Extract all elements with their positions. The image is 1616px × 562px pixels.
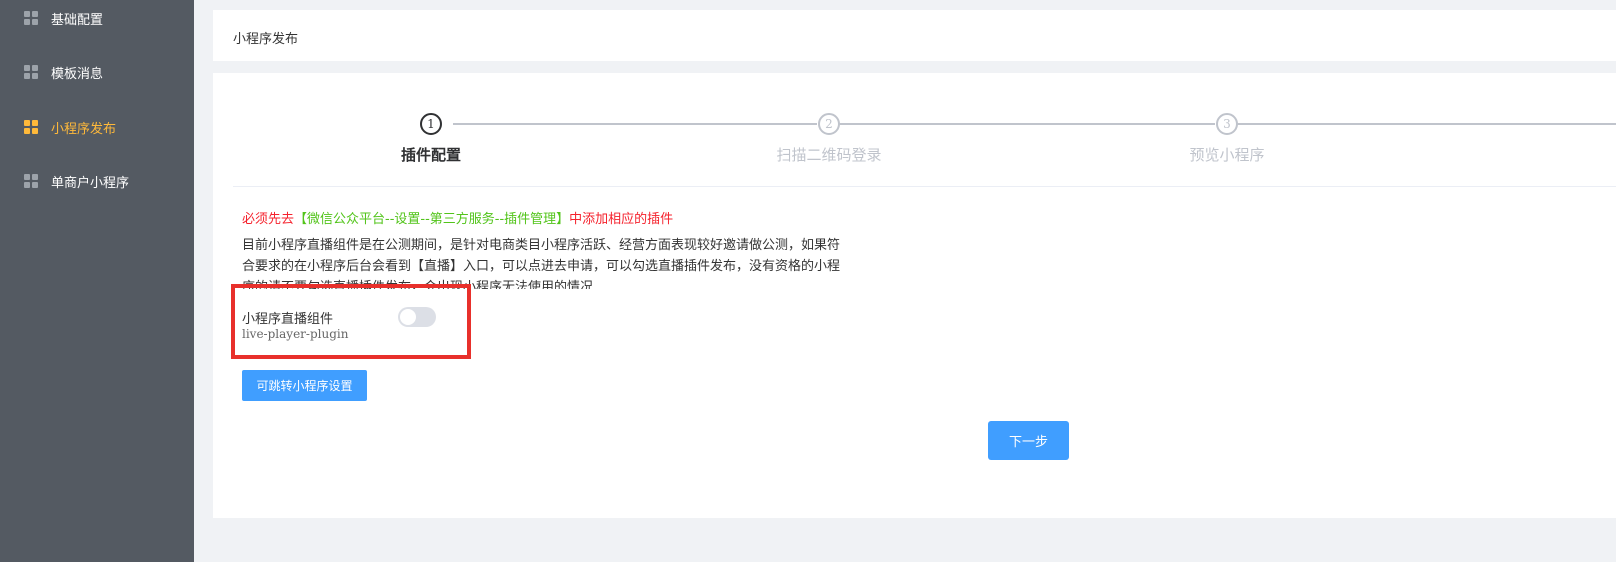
step-2-title: 扫描二维码登录 (776, 146, 882, 164)
step-3-icon: 3 (1216, 113, 1238, 135)
grid-icon (24, 120, 38, 134)
sidebar-item-label: 单商户小程序 (51, 176, 130, 191)
step-3-title: 预览小程序 (1189, 146, 1265, 164)
breadcrumb: 小程序发布 (213, 10, 1616, 61)
step-2-icon: 2 (818, 113, 840, 135)
toggle-knob (400, 309, 416, 325)
notice-link: 【微信公众平台--设置--第三方服务--插件管理】 (294, 212, 570, 227)
plugin-name-label: 小程序直播组件 (242, 312, 334, 327)
sidebar: 基础配置 模板消息 小程序发布 单商户小程序 (0, 0, 194, 562)
plugin-description: 目前小程序直播组件是在公测期间，是针对电商类目小程序活跃、经营方面表现较好邀请做… (242, 238, 841, 289)
sidebar-item-label: 基础配置 (51, 13, 104, 28)
sidebar-item-label: 小程序发布 (51, 122, 117, 137)
live-plugin-toggle[interactable] (398, 307, 436, 327)
step-1-title: 插件配置 (400, 146, 462, 164)
step-connector (453, 123, 817, 125)
plugin-notice: 必须先去【微信公众平台--设置--第三方服务--插件管理】中添加相应的插件 (242, 208, 673, 227)
divider (233, 186, 1616, 187)
page-title: 小程序发布 (233, 32, 299, 47)
sidebar-item-miniprogram-publish[interactable]: 小程序发布 (0, 111, 194, 143)
sidebar-item-basic-config[interactable]: 基础配置 (0, 2, 194, 34)
miniprogram-settings-button[interactable]: 可跳转小程序设置 (242, 370, 367, 401)
step-connector (839, 123, 1215, 125)
grid-icon (24, 65, 38, 79)
sidebar-item-template-message[interactable]: 模板消息 (0, 56, 194, 88)
plugin-id-label: live-player-plugin (242, 327, 349, 341)
step-connector (1237, 123, 1616, 125)
sidebar-item-single-merchant[interactable]: 单商户小程序 (0, 165, 194, 197)
grid-icon (24, 11, 38, 25)
grid-icon (24, 174, 38, 188)
notice-prefix: 必须先去 (242, 212, 295, 227)
next-step-button[interactable]: 下一步 (988, 421, 1069, 460)
sidebar-item-label: 模板消息 (51, 67, 104, 82)
notice-suffix: 中添加相应的插件 (569, 212, 674, 227)
step-1-icon: 1 (420, 113, 442, 135)
